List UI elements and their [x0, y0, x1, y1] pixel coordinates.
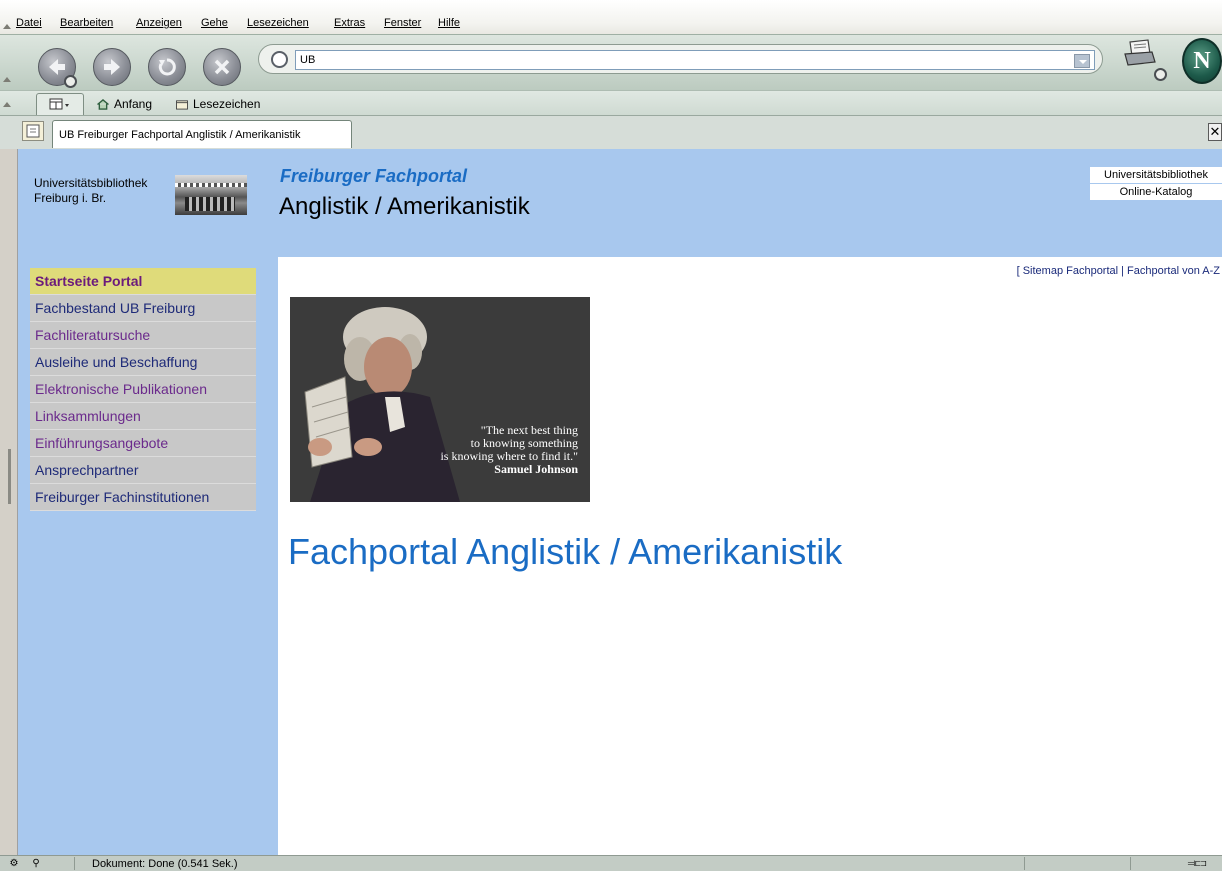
status-divider [74, 857, 75, 870]
quote-author: Samuel Johnson [494, 462, 578, 476]
library-name[interactable]: Universitätsbibliothek Freiburg i. Br. [34, 176, 147, 206]
close-tab-icon[interactable]: ✕ [1208, 123, 1222, 141]
link-online-katalog[interactable]: Online-Katalog [1090, 184, 1222, 201]
portal-subtitle: Freiburger Fachportal [280, 166, 468, 186]
splitter-grip[interactable] [8, 449, 11, 504]
menu-label: Fenster [384, 17, 422, 29]
sidebar-toggle-button[interactable] [22, 121, 44, 141]
link-universitaetsbibliothek[interactable]: Universitätsbibliothek [1090, 167, 1222, 184]
home-icon [97, 98, 109, 110]
menu-hilfe[interactable]: Hilfe [438, 17, 460, 30]
menu-label: Gehe [201, 17, 228, 29]
nav-item-ansprechpartner[interactable]: Ansprechpartner [30, 457, 256, 484]
security-icon[interactable]: ⚙ [6, 857, 22, 870]
stop-button[interactable] [203, 48, 241, 86]
johnson-quote: "The next best thing to knowing somethin… [440, 424, 578, 476]
nav-item-fachinstitutionen[interactable]: Freiburger Fachinstitutionen [30, 484, 256, 511]
toolbar-grip-icon[interactable] [3, 24, 11, 29]
sitemap-links[interactable]: [ Sitemap Fachportal | Fachportal von A-… [1017, 265, 1220, 277]
nav-item-fachliteratursuche[interactable]: Fachliteratursuche [30, 322, 256, 349]
header-links: Universitätsbibliothek Online-Katalog [1090, 167, 1222, 201]
menu-bearbeiten[interactable]: Bearbeiten [60, 17, 113, 30]
menu-datei[interactable]: Datei [16, 17, 42, 30]
left-navigation: Startseite Portal Fachbestand UB Freibur… [30, 268, 256, 511]
online-status-icon[interactable]: ⚲ [28, 857, 44, 870]
home-label: Anfang [114, 97, 153, 111]
forward-button[interactable] [93, 48, 131, 86]
library-name-line2: Freiburg i. Br. [34, 191, 107, 205]
site-icon [271, 51, 288, 68]
home-button[interactable]: Anfang [96, 97, 152, 111]
reload-icon [158, 58, 176, 76]
reload-button[interactable] [148, 48, 186, 86]
web-page: Universitätsbibliothek Freiburg i. Br. F… [18, 149, 1222, 855]
url-history-dropdown[interactable] [1074, 54, 1090, 68]
connection-icon: ⫤⊏⊐ [1187, 858, 1207, 869]
menu-label: Anzeigen [136, 17, 182, 29]
bookmarks-label: Lesezeichen [193, 97, 261, 111]
library-name-line1: Universitätsbibliothek [34, 176, 148, 190]
nav-item-elektronische-publikationen[interactable]: Elektronische Publikationen [30, 376, 256, 403]
tab-title: UB Freiburger Fachportal Anglistik / Ame… [59, 128, 301, 141]
status-text: Dokument: Done (0.541 Sek.) [92, 858, 238, 870]
nav-item-fachbestand[interactable]: Fachbestand UB Freiburg [30, 295, 256, 322]
sidebar-splitter[interactable] [0, 149, 18, 855]
menu-lesezeichen[interactable]: Lesezeichen [247, 17, 309, 30]
status-divider [1130, 857, 1131, 870]
portal-title: Anglistik / Amerikanistik [279, 193, 530, 220]
tab-current-page[interactable]: UB Freiburger Fachportal Anglistik / Ame… [52, 120, 352, 148]
back-history-dropdown[interactable] [64, 75, 77, 88]
menu-label: Extras [334, 17, 366, 29]
arrow-right-icon [104, 59, 120, 75]
bookmarks-folder-icon [176, 99, 188, 110]
nav-item-einfuehrungsangebote[interactable]: Einführungsangebote [30, 430, 256, 457]
tab-bar: UB Freiburger Fachportal Anglistik / Ame… [0, 115, 1222, 149]
menu-gehe[interactable]: Gehe [201, 17, 228, 30]
toolbar-grip-icon[interactable] [3, 102, 11, 107]
menu-label: Hilfe [438, 17, 461, 29]
menu-anzeigen[interactable]: Anzeigen [136, 17, 182, 30]
nav-item-linksammlungen[interactable]: Linksammlungen [30, 403, 256, 430]
status-bar: ⚙ ⚲ Dokument: Done (0.541 Sek.) ⫤⊏⊐ [0, 855, 1222, 871]
stop-icon [214, 59, 230, 75]
netscape-logo-icon[interactable]: N [1182, 38, 1222, 84]
samuel-johnson-portrait: "The next best thing to knowing somethin… [290, 297, 590, 502]
menu-bar: Datei Bearbeiten Anzeigen Gehe Lesezeich… [0, 0, 1222, 34]
print-icon[interactable] [1122, 38, 1158, 70]
menu-label: Lesezeichen [247, 17, 309, 29]
toolbar-tab[interactable] [36, 93, 84, 115]
print-dropdown[interactable] [1154, 68, 1167, 81]
personal-toolbar: Anfang Lesezeichen [0, 90, 1222, 115]
new-tab-icon [26, 124, 40, 138]
bookmarks-button[interactable]: Lesezeichen [175, 97, 260, 111]
nav-item-ausleihe[interactable]: Ausleihe und Beschaffung [30, 349, 256, 376]
toolbar-grip-icon[interactable] [3, 77, 11, 82]
library-building-photo[interactable] [175, 175, 247, 215]
menu-extras[interactable]: Extras [334, 17, 365, 30]
menu-label: Datei [16, 17, 42, 29]
nav-item-startseite-portal[interactable]: Startseite Portal [30, 268, 256, 295]
page-heading: Fachportal Anglistik / Amerikanistik [288, 531, 843, 572]
status-divider [1024, 857, 1025, 870]
menu-label: Bearbeiten [60, 17, 114, 29]
menu-fenster[interactable]: Fenster [384, 17, 421, 30]
location-bar: UB [258, 44, 1103, 74]
tabs-icon [49, 98, 69, 110]
url-input[interactable]: UB [295, 50, 1095, 70]
url-text: UB [300, 54, 316, 66]
page-header: Universitätsbibliothek Freiburg i. Br. F… [18, 149, 1222, 257]
arrow-left-icon [49, 59, 65, 75]
main-content: [ Sitemap Fachportal | Fachportal von A-… [278, 257, 1222, 855]
